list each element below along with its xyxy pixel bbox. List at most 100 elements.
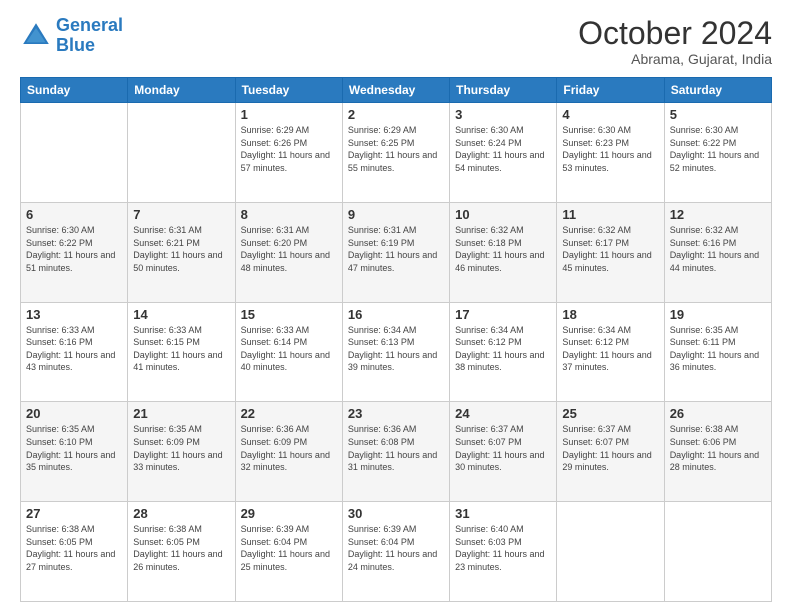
day-info: Sunrise: 6:30 AMSunset: 6:22 PMDaylight:…: [670, 124, 766, 174]
day-number: 3: [455, 107, 551, 122]
calendar-cell: 18 Sunrise: 6:34 AMSunset: 6:12 PMDayligh…: [557, 302, 664, 402]
calendar-cell: 12 Sunrise: 6:32 AMSunset: 6:16 PMDayligh…: [664, 202, 771, 302]
calendar-cell: 6 Sunrise: 6:30 AMSunset: 6:22 PMDaylight…: [21, 202, 128, 302]
day-info: Sunrise: 6:31 AMSunset: 6:19 PMDaylight:…: [348, 224, 444, 274]
day-number: 18: [562, 307, 658, 322]
weekday-header-saturday: Saturday: [664, 78, 771, 103]
day-number: 6: [26, 207, 122, 222]
day-number: 13: [26, 307, 122, 322]
day-number: 19: [670, 307, 766, 322]
day-info: Sunrise: 6:38 AMSunset: 6:06 PMDaylight:…: [670, 423, 766, 473]
day-number: 16: [348, 307, 444, 322]
day-number: 27: [26, 506, 122, 521]
day-number: 25: [562, 406, 658, 421]
day-info: Sunrise: 6:38 AMSunset: 6:05 PMDaylight:…: [26, 523, 122, 573]
day-info: Sunrise: 6:32 AMSunset: 6:16 PMDaylight:…: [670, 224, 766, 274]
calendar-cell: 19 Sunrise: 6:35 AMSunset: 6:11 PMDayligh…: [664, 302, 771, 402]
location-subtitle: Abrama, Gujarat, India: [578, 51, 772, 67]
weekday-header-tuesday: Tuesday: [235, 78, 342, 103]
day-info: Sunrise: 6:30 AMSunset: 6:22 PMDaylight:…: [26, 224, 122, 274]
logo: General Blue: [20, 16, 123, 56]
calendar-cell: 10Sunrise: 6:32 AMSunset: 6:18 PMDayligh…: [450, 202, 557, 302]
day-info: Sunrise: 6:39 AMSunset: 6:04 PMDaylight:…: [241, 523, 337, 573]
calendar-cell: 31 Sunrise: 6:40 AMSunset: 6:03 PMDayligh…: [450, 502, 557, 602]
day-info: Sunrise: 6:30 AMSunset: 6:24 PMDaylight:…: [455, 124, 551, 174]
day-info: Sunrise: 6:37 AMSunset: 6:07 PMDaylight:…: [455, 423, 551, 473]
day-info: Sunrise: 6:37 AMSunset: 6:07 PMDaylight:…: [562, 423, 658, 473]
day-info: Sunrise: 6:40 AMSunset: 6:03 PMDaylight:…: [455, 523, 551, 573]
calendar-cell: 7 Sunrise: 6:31 AMSunset: 6:21 PMDaylight…: [128, 202, 235, 302]
calendar-cell: 8 Sunrise: 6:31 AMSunset: 6:20 PMDaylight…: [235, 202, 342, 302]
day-number: 2: [348, 107, 444, 122]
calendar-cell: 17 Sunrise: 6:34 AMSunset: 6:12 PMDayligh…: [450, 302, 557, 402]
calendar-cell: 23Sunrise: 6:36 AMSunset: 6:08 PMDayligh…: [342, 402, 449, 502]
day-number: 5: [670, 107, 766, 122]
calendar-cell: 16Sunrise: 6:34 AMSunset: 6:13 PMDayligh…: [342, 302, 449, 402]
calendar-cell: [557, 502, 664, 602]
calendar-cell: 3 Sunrise: 6:30 AMSunset: 6:24 PMDaylight…: [450, 103, 557, 203]
day-number: 30: [348, 506, 444, 521]
logo-icon: [20, 20, 52, 52]
calendar-cell: 5 Sunrise: 6:30 AMSunset: 6:22 PMDaylight…: [664, 103, 771, 203]
day-number: 24: [455, 406, 551, 421]
day-info: Sunrise: 6:38 AMSunset: 6:05 PMDaylight:…: [133, 523, 229, 573]
day-number: 15: [241, 307, 337, 322]
calendar-cell: 25 Sunrise: 6:37 AMSunset: 6:07 PMDayligh…: [557, 402, 664, 502]
day-info: Sunrise: 6:29 AMSunset: 6:26 PMDaylight:…: [241, 124, 337, 174]
day-info: Sunrise: 6:30 AMSunset: 6:23 PMDaylight:…: [562, 124, 658, 174]
calendar-cell: 14 Sunrise: 6:33 AMSunset: 6:15 PMDayligh…: [128, 302, 235, 402]
calendar-cell: 15Sunrise: 6:33 AMSunset: 6:14 PMDayligh…: [235, 302, 342, 402]
day-number: 20: [26, 406, 122, 421]
weekday-header-thursday: Thursday: [450, 78, 557, 103]
calendar-cell: 13Sunrise: 6:33 AMSunset: 6:16 PMDayligh…: [21, 302, 128, 402]
calendar-cell: 27 Sunrise: 6:38 AMSunset: 6:05 PMDayligh…: [21, 502, 128, 602]
day-number: 10: [455, 207, 551, 222]
day-info: Sunrise: 6:34 AMSunset: 6:12 PMDaylight:…: [455, 324, 551, 374]
day-number: 11: [562, 207, 658, 222]
day-info: Sunrise: 6:35 AMSunset: 6:10 PMDaylight:…: [26, 423, 122, 473]
day-number: 31: [455, 506, 551, 521]
week-row-3: 13Sunrise: 6:33 AMSunset: 6:16 PMDayligh…: [21, 302, 772, 402]
weekday-header-monday: Monday: [128, 78, 235, 103]
month-title: October 2024: [578, 16, 772, 51]
calendar-cell: 21Sunrise: 6:35 AMSunset: 6:09 PMDayligh…: [128, 402, 235, 502]
title-block: October 2024 Abrama, Gujarat, India: [578, 16, 772, 67]
header: General Blue October 2024 Abrama, Gujara…: [20, 16, 772, 67]
day-number: 4: [562, 107, 658, 122]
calendar-cell: [21, 103, 128, 203]
day-number: 8: [241, 207, 337, 222]
day-number: 23: [348, 406, 444, 421]
day-info: Sunrise: 6:34 AMSunset: 6:12 PMDaylight:…: [562, 324, 658, 374]
day-info: Sunrise: 6:32 AMSunset: 6:17 PMDaylight:…: [562, 224, 658, 274]
day-number: 7: [133, 207, 229, 222]
day-number: 1: [241, 107, 337, 122]
day-number: 14: [133, 307, 229, 322]
day-number: 21: [133, 406, 229, 421]
day-info: Sunrise: 6:33 AMSunset: 6:15 PMDaylight:…: [133, 324, 229, 374]
logo-text: General Blue: [56, 16, 123, 56]
day-number: 26: [670, 406, 766, 421]
calendar-cell: 11 Sunrise: 6:32 AMSunset: 6:17 PMDayligh…: [557, 202, 664, 302]
week-row-1: 1 Sunrise: 6:29 AMSunset: 6:26 PMDaylight…: [21, 103, 772, 203]
calendar-table: SundayMondayTuesdayWednesdayThursdayFrid…: [20, 77, 772, 602]
day-info: Sunrise: 6:29 AMSunset: 6:25 PMDaylight:…: [348, 124, 444, 174]
calendar-cell: 28 Sunrise: 6:38 AMSunset: 6:05 PMDayligh…: [128, 502, 235, 602]
week-row-4: 20 Sunrise: 6:35 AMSunset: 6:10 PMDayligh…: [21, 402, 772, 502]
day-number: 17: [455, 307, 551, 322]
day-info: Sunrise: 6:31 AMSunset: 6:21 PMDaylight:…: [133, 224, 229, 274]
calendar-cell: 2 Sunrise: 6:29 AMSunset: 6:25 PMDaylight…: [342, 103, 449, 203]
weekday-header-wednesday: Wednesday: [342, 78, 449, 103]
day-number: 12: [670, 207, 766, 222]
calendar-cell: 4 Sunrise: 6:30 AMSunset: 6:23 PMDaylight…: [557, 103, 664, 203]
day-number: 28: [133, 506, 229, 521]
day-info: Sunrise: 6:35 AMSunset: 6:11 PMDaylight:…: [670, 324, 766, 374]
page: General Blue October 2024 Abrama, Gujara…: [0, 0, 792, 612]
calendar-cell: 20 Sunrise: 6:35 AMSunset: 6:10 PMDayligh…: [21, 402, 128, 502]
day-info: Sunrise: 6:39 AMSunset: 6:04 PMDaylight:…: [348, 523, 444, 573]
calendar-cell: 9Sunrise: 6:31 AMSunset: 6:19 PMDaylight…: [342, 202, 449, 302]
calendar-cell: 22Sunrise: 6:36 AMSunset: 6:09 PMDayligh…: [235, 402, 342, 502]
day-number: 29: [241, 506, 337, 521]
week-row-5: 27 Sunrise: 6:38 AMSunset: 6:05 PMDayligh…: [21, 502, 772, 602]
day-info: Sunrise: 6:31 AMSunset: 6:20 PMDaylight:…: [241, 224, 337, 274]
logo-line1: General: [56, 15, 123, 35]
